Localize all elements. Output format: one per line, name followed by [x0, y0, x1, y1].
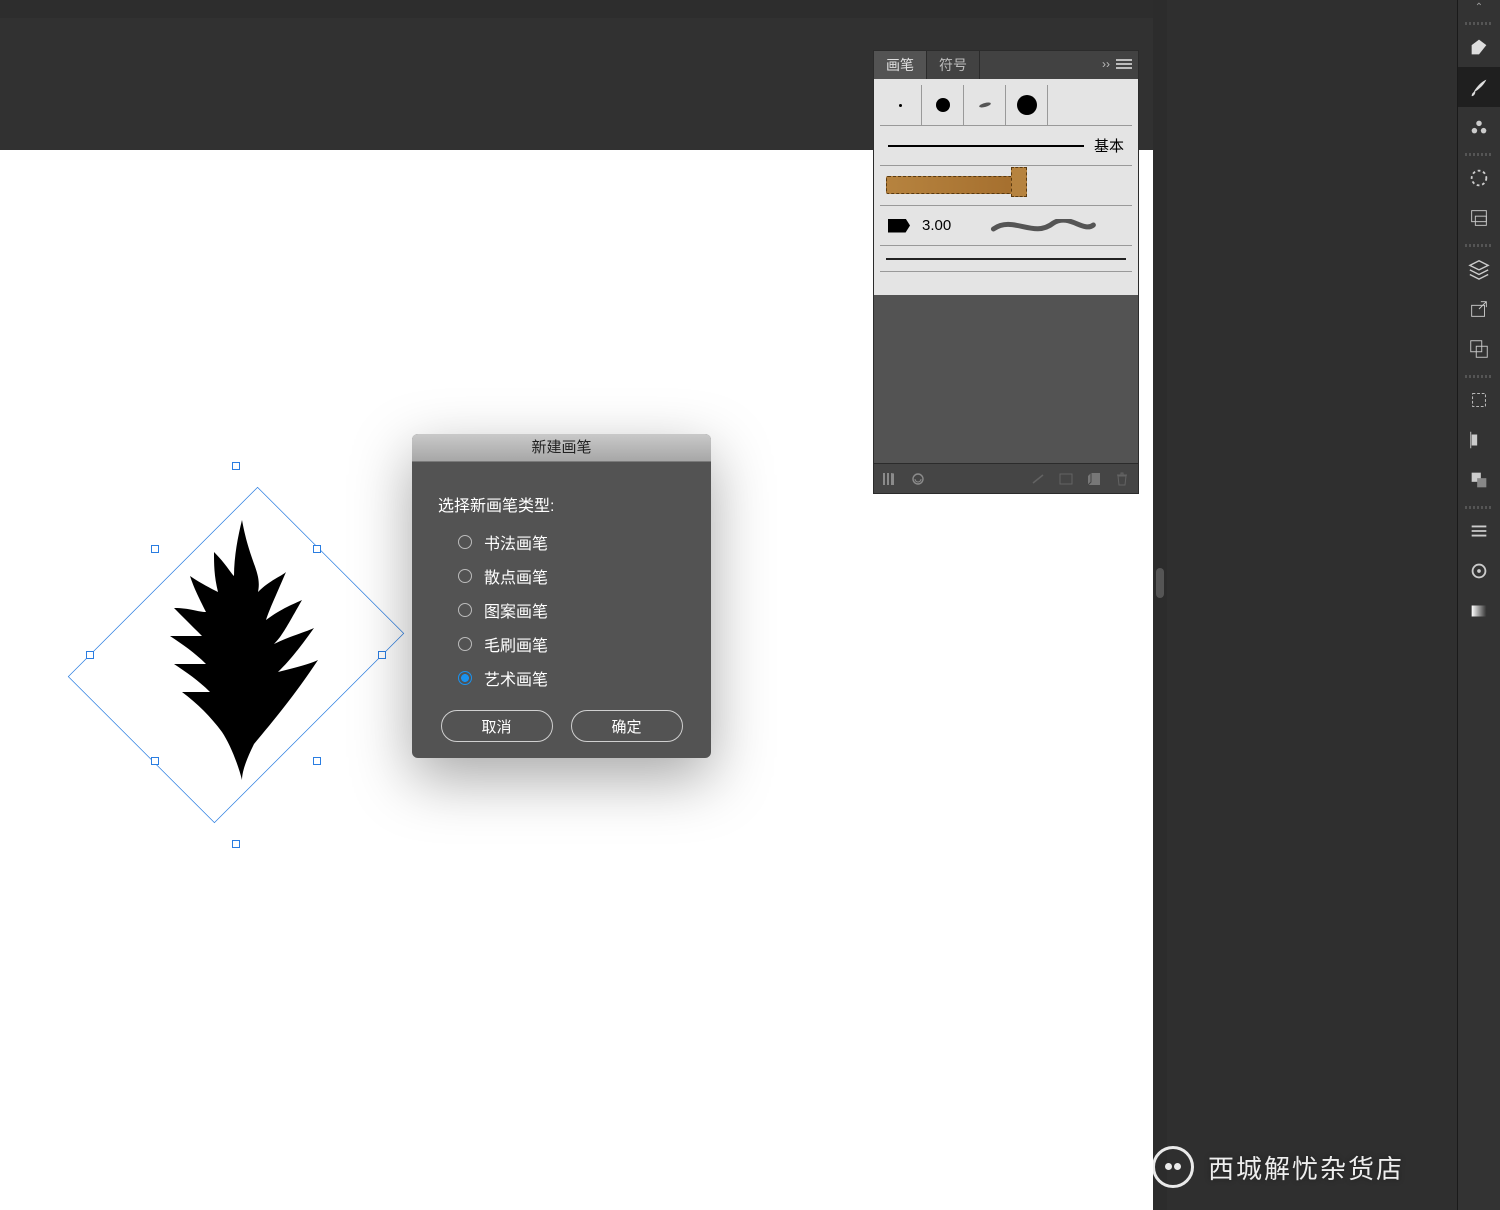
- tab-brushes[interactable]: 画笔: [874, 51, 927, 79]
- brush-thumb[interactable]: [964, 85, 1006, 125]
- remove-stroke-icon[interactable]: [1030, 472, 1046, 486]
- wave-preview: [963, 219, 1124, 233]
- swatch-icon[interactable]: [1458, 198, 1500, 238]
- gradient-icon[interactable]: [1458, 591, 1500, 631]
- radio-icon: [458, 569, 472, 583]
- brush-basic[interactable]: 基本: [880, 126, 1132, 166]
- stroke-label: 基本: [1094, 135, 1124, 156]
- grip-icon[interactable]: [1465, 506, 1493, 509]
- library-icon[interactable]: [882, 472, 898, 486]
- watermark-text: 西城解忧杂货店: [1208, 1149, 1404, 1186]
- trash-icon[interactable]: [1114, 472, 1130, 486]
- radio-label: 毛刷画笔: [484, 632, 548, 656]
- radio-icon: [458, 671, 472, 685]
- pathfinder-icon[interactable]: [1458, 460, 1500, 500]
- appearance-icon[interactable]: [1458, 551, 1500, 591]
- radio-calligraphic[interactable]: 书法画笔: [458, 530, 685, 554]
- ok-button[interactable]: 确定: [571, 710, 683, 742]
- radio-label: 艺术画笔: [484, 666, 548, 690]
- selection-handle[interactable]: [232, 462, 240, 470]
- selection-handle[interactable]: [151, 757, 159, 765]
- brush-thumb[interactable]: [922, 85, 964, 125]
- brush-pattern[interactable]: [880, 166, 1132, 206]
- selection-handle[interactable]: [313, 757, 321, 765]
- panel-tabs: 画笔 符号 ››: [874, 51, 1138, 79]
- tab-symbols[interactable]: 符号: [927, 51, 980, 79]
- radio-scatter[interactable]: 散点画笔: [458, 564, 685, 588]
- radio-icon: [458, 603, 472, 617]
- panel-collapse-icon[interactable]: ››: [1102, 57, 1110, 71]
- cc-libraries-icon[interactable]: [910, 472, 926, 486]
- scrollbar-thumb[interactable]: [1156, 568, 1164, 598]
- brushes-panel: 画笔 符号 ›› 基本 3.00: [873, 50, 1139, 494]
- selection-handle[interactable]: [86, 651, 94, 659]
- new-brush-dialog: 新建画笔 选择新画笔类型: 书法画笔 散点画笔 图案画笔 毛刷画笔 艺术画笔 取…: [412, 434, 711, 758]
- selection-handle[interactable]: [232, 840, 240, 848]
- size-tag-icon: [888, 219, 910, 233]
- selection-handle[interactable]: [378, 651, 386, 659]
- share-icon[interactable]: [1458, 289, 1500, 329]
- artboards-icon[interactable]: [1458, 329, 1500, 369]
- symbols-icon[interactable]: [1458, 107, 1500, 147]
- grip-icon[interactable]: [1465, 244, 1493, 247]
- grip-icon[interactable]: [1465, 375, 1493, 378]
- panel-footer: [874, 463, 1138, 493]
- hairline-preview: [886, 258, 1126, 260]
- brush-thumb[interactable]: [1006, 85, 1048, 125]
- pattern-preview: [886, 176, 1016, 194]
- radio-label: 图案画笔: [484, 598, 548, 622]
- grip-icon[interactable]: [1465, 153, 1493, 156]
- grip-icon[interactable]: [1465, 22, 1493, 25]
- fill-stroke-icon[interactable]: [1458, 27, 1500, 67]
- selection-handle[interactable]: [151, 545, 159, 553]
- options-icon[interactable]: [1058, 472, 1074, 486]
- radio-bristle[interactable]: 毛刷画笔: [458, 632, 685, 656]
- radio-icon: [458, 637, 472, 651]
- color-icon[interactable]: [1458, 158, 1500, 198]
- align-icon[interactable]: [1458, 420, 1500, 460]
- new-brush-icon[interactable]: [1086, 472, 1102, 486]
- brushes-icon[interactable]: [1458, 67, 1500, 107]
- wechat-icon: [1152, 1146, 1194, 1188]
- brush-calligraphic[interactable]: 3.00: [880, 206, 1132, 246]
- selection-bounds[interactable]: [90, 466, 382, 844]
- radio-art[interactable]: 艺术画笔: [458, 666, 685, 690]
- dock-sidebar: ⌃: [1457, 0, 1500, 1210]
- calligraphic-size: 3.00: [922, 217, 951, 234]
- brush-hairline[interactable]: [880, 246, 1132, 272]
- layers-icon[interactable]: [1458, 249, 1500, 289]
- panel-menu-icon[interactable]: [1116, 59, 1132, 69]
- cancel-button[interactable]: 取消: [441, 710, 553, 742]
- watermark: 西城解忧杂货店: [1152, 1146, 1404, 1188]
- selection-handle[interactable]: [313, 545, 321, 553]
- crop-icon[interactable]: [1458, 380, 1500, 420]
- dialog-prompt: 选择新画笔类型:: [438, 492, 685, 516]
- radio-label: 散点画笔: [484, 564, 548, 588]
- radio-icon: [458, 535, 472, 549]
- brush-thumb-row: [880, 85, 1132, 126]
- brush-thumb[interactable]: [880, 85, 922, 125]
- dialog-title: 新建画笔: [412, 434, 711, 462]
- scrollbar-track[interactable]: [1153, 0, 1167, 1210]
- leaf-shape[interactable]: [142, 470, 342, 830]
- brush-list[interactable]: 基本 3.00: [874, 79, 1138, 295]
- radio-label: 书法画笔: [484, 530, 548, 554]
- burger-icon[interactable]: [1458, 511, 1500, 551]
- stroke-preview: [888, 145, 1084, 147]
- chevron-up-icon[interactable]: ⌃: [1458, 0, 1500, 16]
- radio-pattern[interactable]: 图案画笔: [458, 598, 685, 622]
